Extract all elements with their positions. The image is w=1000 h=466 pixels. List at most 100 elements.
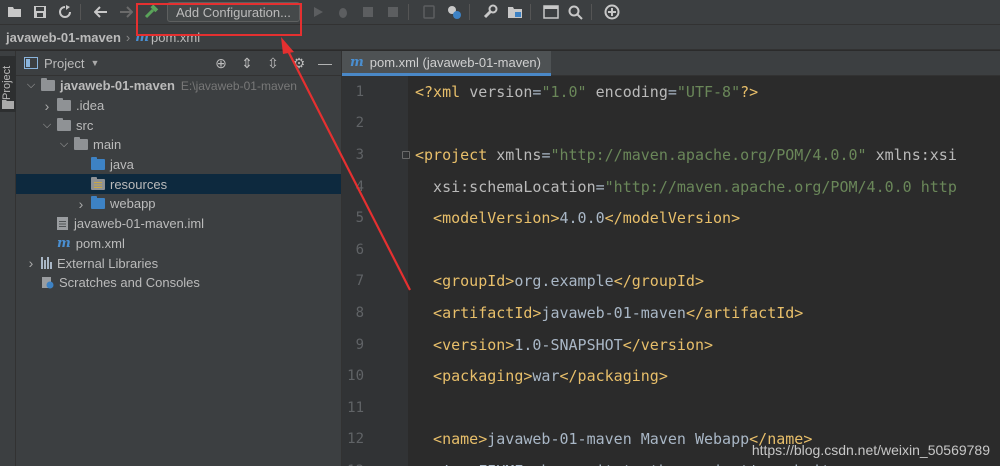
save-icon[interactable]	[30, 2, 50, 22]
collapse-all-icon[interactable]: ⇳	[263, 53, 283, 73]
editor-area: m pom.xml (javaweb-01-maven) 1 <?xml vers…	[341, 51, 1000, 466]
run-configuration-dropdown[interactable]: Add Configuration...	[167, 2, 300, 22]
code-line[interactable]: 10 <packaging>war</packaging>	[342, 360, 1000, 392]
project-structure-icon[interactable]	[505, 2, 525, 22]
line-number: 3	[355, 146, 364, 163]
toolbar-separator	[529, 4, 531, 20]
folder-icon	[91, 157, 105, 171]
chevron-down-icon[interactable]: ⌵	[41, 119, 53, 132]
module-file-icon	[57, 217, 68, 231]
folder-icon	[57, 98, 71, 112]
code-token: javaweb-01-maven Maven Webapp	[487, 430, 750, 449]
editor-tab-bar: m pom.xml (javaweb-01-maven)	[342, 51, 1000, 76]
code-token: </version>	[622, 335, 714, 354]
code-line[interactable]: 11	[342, 392, 1000, 424]
folder-icon	[91, 196, 105, 210]
line-number: 9	[355, 336, 364, 353]
code-token: version	[469, 82, 533, 101]
code-token: <!-- FIXME change it to the project's we…	[415, 462, 876, 466]
code-token: xsi:schemaLocation	[415, 177, 596, 196]
tree-item[interactable]: ›java	[16, 155, 341, 175]
code-line[interactable]: 3 <project xmlns="http://maven.apache.org…	[342, 139, 1000, 171]
tree-item-label: javaweb-01-maven	[60, 78, 175, 94]
tree-item[interactable]: ›resources	[16, 174, 341, 195]
forward-icon[interactable]	[116, 2, 136, 22]
code-text: <project xmlns="http://maven.apache.org/…	[415, 146, 957, 164]
coverage-icon[interactable]	[358, 2, 378, 22]
sync-icon[interactable]	[55, 2, 75, 22]
code-token: 4.0.0	[559, 209, 605, 228]
build-hammer-icon[interactable]	[141, 2, 161, 22]
code-line[interactable]: 2	[342, 108, 1000, 140]
code-line[interactable]: 5 <modelVersion>4.0.0</modelVersion>	[342, 202, 1000, 234]
code-line[interactable]: 9 <version>1.0-SNAPSHOT</version>	[342, 329, 1000, 361]
tree-item[interactable]: ›Scratches and Consoles	[16, 273, 341, 293]
gear-icon[interactable]: ⚙	[289, 53, 309, 73]
folder-icon	[41, 78, 55, 92]
main-toolbar: Add Configuration...	[0, 0, 1000, 25]
tree-item[interactable]: ›mpom.xml	[16, 234, 341, 254]
code-token: org.example	[514, 272, 614, 291]
code-token: <version>	[415, 335, 515, 354]
code-line[interactable]: 1 <?xml version="1.0" encoding="UTF-8"?>	[342, 76, 1000, 108]
code-line[interactable]: 4 xsi:schemaLocation="http://maven.apach…	[342, 171, 1000, 203]
debug-icon[interactable]	[333, 2, 353, 22]
search-icon[interactable]	[566, 2, 586, 22]
breadcrumb: javaweb-01-maven › m pom.xml	[0, 25, 1000, 50]
chevron-right-icon[interactable]: ›	[25, 255, 37, 271]
tree-item-label: main	[93, 137, 122, 153]
code-token: encoding	[586, 82, 668, 101]
code-token: "http://maven.apache.org/POM/4.0.0"	[550, 145, 867, 164]
code-text: <groupId>org.example</groupId>	[415, 272, 704, 290]
editor-tab-pom[interactable]: m pom.xml (javaweb-01-maven)	[342, 51, 551, 76]
tree-item[interactable]: ⌵ src	[16, 115, 341, 135]
chevron-down-icon[interactable]: ⌵	[25, 79, 37, 92]
tree-item[interactable]: ›javaweb-01-maven.iml	[16, 214, 341, 234]
terminal-icon[interactable]	[541, 2, 561, 22]
chevron-down-icon[interactable]: ▼	[90, 58, 99, 68]
code-editor[interactable]: 1 <?xml version="1.0" encoding="UTF-8"?> 2…	[342, 76, 1000, 466]
settings-wrench-icon[interactable]	[480, 2, 500, 22]
run-icon[interactable]	[308, 2, 328, 22]
ide-window: Add Configuration... javaweb-01-maven › …	[0, 0, 1000, 466]
code-line[interactable]: 8 <artifactId>javaweb-01-maven</artifact…	[342, 297, 1000, 329]
fold-marker-icon[interactable]	[402, 150, 410, 159]
back-icon[interactable]	[91, 2, 111, 22]
toolbar-separator	[80, 4, 81, 20]
code-token: <packaging>	[415, 367, 533, 386]
resources-folder-icon	[91, 176, 105, 190]
line-number: 1	[355, 83, 364, 100]
tree-item[interactable]: › External Libraries	[16, 253, 341, 273]
device-icon[interactable]	[419, 2, 439, 22]
code-line[interactable]: 6	[342, 234, 1000, 266]
maven-file-icon: m	[350, 54, 364, 70]
tree-item-label: pom.xml	[75, 235, 125, 251]
breadcrumb-project[interactable]: javaweb-01-maven	[6, 30, 121, 45]
maven-file-icon: m	[135, 29, 150, 45]
chevron-down-icon[interactable]: ⌵	[58, 138, 70, 151]
plugins-icon[interactable]	[602, 2, 622, 22]
tree-item[interactable]: ⌵ javaweb-01-maven E:\javaweb-01-maven	[16, 76, 341, 96]
tree-item[interactable]: ⌵ main	[16, 135, 341, 155]
breadcrumb-file[interactable]: pom.xml	[151, 30, 200, 45]
stop-icon[interactable]	[383, 2, 403, 22]
code-line[interactable]: 7 <groupId>org.example</groupId>	[342, 266, 1000, 298]
tree-item[interactable]: › webapp	[16, 194, 341, 214]
chevron-right-icon[interactable]: ›	[41, 98, 53, 114]
code-token: </packaging>	[559, 367, 668, 386]
open-folder-icon[interactable]	[5, 2, 25, 22]
code-token: </artifactId>	[685, 303, 804, 322]
tree-item[interactable]: › .idea	[16, 96, 341, 116]
hide-icon[interactable]: —	[315, 53, 335, 73]
code-text: xsi:schemaLocation="http://maven.apache.…	[415, 178, 957, 196]
code-token: </modelVersion>	[604, 209, 741, 228]
code-token: <?xml	[415, 82, 470, 101]
vcs-update-icon[interactable]	[444, 2, 464, 22]
code-token: <artifactId>	[415, 303, 542, 322]
project-panel-title[interactable]: Project	[44, 56, 84, 71]
expand-all-icon[interactable]: ⇕	[237, 53, 257, 73]
chevron-right-icon[interactable]: ›	[75, 196, 87, 212]
locate-icon[interactable]: ⊕	[211, 53, 231, 73]
toolbar-separator	[407, 4, 409, 20]
tree-item-label: java	[110, 157, 134, 173]
